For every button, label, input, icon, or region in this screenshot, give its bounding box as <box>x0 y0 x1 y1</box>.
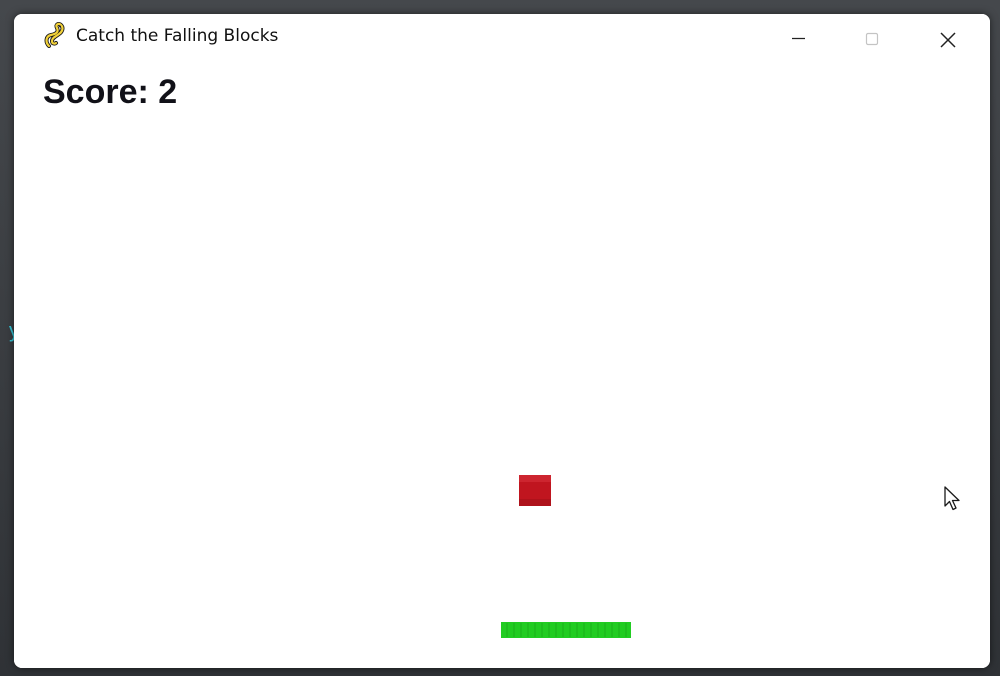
close-button[interactable] <box>913 14 979 58</box>
minimize-icon <box>792 37 805 40</box>
arrow-cursor-icon <box>944 486 962 512</box>
window-title: Catch the Falling Blocks <box>76 26 279 46</box>
falling-block <box>519 475 551 506</box>
score-display: Score: 2 <box>43 73 178 111</box>
game-window[interactable]: Catch the Falling Blocks Score: 2 <box>14 14 990 668</box>
close-icon <box>940 32 956 48</box>
game-canvas[interactable]: Score: 2 <box>14 58 990 668</box>
maximize-icon <box>865 32 879 46</box>
player-paddle <box>501 622 631 638</box>
maximize-button[interactable] <box>839 14 905 58</box>
minimize-button[interactable] <box>765 14 831 58</box>
pygame-snake-icon <box>43 22 67 48</box>
title-bar[interactable]: Catch the Falling Blocks <box>14 14 990 58</box>
